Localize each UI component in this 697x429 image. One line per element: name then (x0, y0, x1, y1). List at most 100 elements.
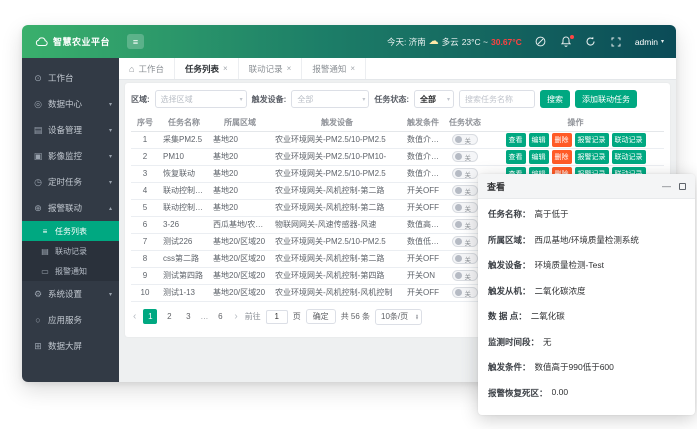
delete-button[interactable]: 删除 (552, 150, 572, 164)
close-icon[interactable]: × (350, 64, 355, 73)
search-input[interactable] (459, 90, 535, 108)
page-number[interactable]: 1 (143, 309, 157, 324)
tab-linkage-records[interactable]: 联动记录× (239, 58, 303, 79)
status-toggle[interactable]: 关 (452, 134, 478, 145)
edit-button[interactable]: 编辑 (529, 133, 549, 147)
next-page-icon[interactable]: › (232, 311, 239, 322)
status-toggle[interactable]: 关 (452, 151, 478, 162)
status-toggle[interactable]: 关 (452, 185, 478, 196)
sidebar-subitem-task-list[interactable]: ≡任务列表 (22, 221, 119, 241)
cell-condition: 开关OFF (403, 250, 443, 267)
alarm-records-button[interactable]: 报警记录 (575, 133, 609, 147)
view-dialog: 查看 — 任务名称：高于低于所属区域：西瓜基地/环境质量检测系统触发设备：环境质… (478, 174, 695, 415)
sidebar-subitem-label: 报警通知 (55, 266, 119, 277)
user-menu[interactable]: admin ▾ (635, 37, 664, 47)
cell-region: 基地20 (209, 165, 271, 182)
tab-alarm-notice[interactable]: 报警通知× (302, 58, 366, 79)
field-label: 报警恢复死区： (488, 387, 548, 399)
sidebar-item-scheduled-tasks[interactable]: ◷定时任务▾ (22, 169, 119, 195)
sidebar-item-system-settings[interactable]: ⚙系统设置▾ (22, 281, 119, 307)
status-toggle[interactable]: 关 (452, 287, 478, 298)
status-toggle[interactable]: 关 (452, 219, 478, 230)
cell-region: 西瓜基地/农业环… (209, 216, 271, 233)
field-label: 触发设备： (488, 259, 531, 271)
sidebar-item-workbench[interactable]: ⊙工作台 (22, 65, 119, 91)
chevron-down-icon: ▾ (362, 96, 365, 103)
maximize-icon[interactable] (679, 183, 686, 190)
notification-bell-icon[interactable] (560, 36, 572, 48)
device-select-value: 全部 (297, 94, 313, 105)
field-data-point: 数 据 点：二氧化碳 (488, 310, 685, 322)
sidebar-item-device-mgmt[interactable]: ▤设备管理▾ (22, 117, 119, 143)
guide-icon[interactable] (535, 36, 547, 48)
sidebar-subitem-linkage-records[interactable]: ▤联动记录 (22, 241, 119, 261)
sidebar-item-data-center[interactable]: ◎数据中心▾ (22, 91, 119, 117)
cell-region: 基地20 (209, 199, 271, 216)
tab-workbench[interactable]: ⌂工作台 (119, 58, 175, 79)
cell-seq: 4 (131, 182, 159, 199)
page-number[interactable]: 3 (181, 309, 195, 324)
add-linkage-task-button[interactable]: 添加联动任务 (575, 90, 637, 108)
page-number[interactable]: 2 (162, 309, 176, 324)
close-icon[interactable]: × (223, 64, 228, 73)
sidebar-item-app-services[interactable]: ○应用服务 (22, 307, 119, 333)
minimize-icon[interactable]: — (662, 182, 671, 191)
chevron-down-icon: ▾ (447, 96, 450, 103)
cell-condition: 开关OFF (403, 199, 443, 216)
field-value: 高于低于 (535, 208, 569, 220)
table-row: 1采集PM2.5基地20农业环境网关-PM2.5/10-PM2.5数值介于…关查… (131, 131, 664, 148)
device-select[interactable]: 全部 ▾ (291, 90, 369, 108)
page-size-select[interactable]: 10条/页▴▾ (375, 309, 422, 325)
sidebar-item-alarm-linkage[interactable]: ⊕报警联动▴ (22, 195, 119, 221)
view-dialog-header: 查看 — (478, 174, 695, 199)
view-button[interactable]: 查看 (506, 133, 526, 147)
field-value: 0.00 (552, 387, 569, 399)
fullscreen-icon[interactable] (610, 36, 622, 48)
status-toggle[interactable]: 关 (452, 253, 478, 264)
chevron-down-icon: ▾ (661, 38, 664, 45)
status-toggle[interactable]: 关 (452, 202, 478, 213)
linkage-records-button[interactable]: 联动记录 (612, 150, 646, 164)
logo: 智慧农业平台 (22, 35, 119, 48)
toggle-off-label: 关 (465, 152, 472, 162)
edit-button[interactable]: 编辑 (529, 150, 549, 164)
tab-task-list[interactable]: 任务列表 × (175, 58, 239, 79)
field-value: 无 (543, 336, 552, 348)
refresh-icon[interactable] (585, 36, 597, 48)
prev-page-icon[interactable]: ‹ (131, 311, 138, 322)
delete-button[interactable]: 删除 (552, 133, 572, 147)
cell-device: 农业环境网关-PM2.5/10-PM10- (271, 148, 403, 165)
alarm-records-button[interactable]: 报警记录 (575, 150, 609, 164)
sidebar-collapse-button[interactable]: ≡ (127, 34, 144, 49)
field-recover-deadzone: 报警恢复死区： 0.00 (488, 387, 685, 399)
page-number[interactable]: 6 (213, 309, 227, 324)
region-select[interactable]: 选择区域 ▾ (155, 90, 247, 108)
status-toggle[interactable]: 关 (452, 168, 478, 179)
sidebar-item-video-monitor[interactable]: ▣影像监控▾ (22, 143, 119, 169)
cell-task-name: 恢复联动 (159, 165, 209, 182)
sidebar-subitem-alarm-notice[interactable]: ▭报警通知 (22, 261, 119, 281)
column-header: 触发条件 (403, 114, 443, 131)
close-icon[interactable]: × (287, 64, 292, 73)
chevron-down-icon: ▾ (109, 153, 112, 160)
view-dialog-body: 任务名称：高于低于所属区域：西瓜基地/环境质量检测系统触发设备：环境质量检测-T… (478, 199, 695, 399)
screen-icon: ⊞ (33, 341, 43, 352)
view-button[interactable]: 查看 (506, 150, 526, 164)
field-task-name: 任务名称：高于低于 (488, 208, 685, 220)
caret-down-icon: ▾ (416, 317, 418, 321)
search-button[interactable]: 搜索 (540, 90, 570, 108)
status-select[interactable]: 全部 ▾ (414, 90, 454, 108)
sidebar-item-label: 工作台 (48, 72, 112, 84)
toggle-off-label: 关 (465, 203, 472, 213)
sidebar-item-data-screen[interactable]: ⊞ 数据大屏 (22, 333, 119, 359)
tab-label: 任务列表 (185, 63, 219, 75)
cell-operations: 查看编辑删除报警记录联动记录 (487, 131, 664, 148)
status-toggle[interactable]: 关 (452, 236, 478, 247)
cell-task-name: 3-26 (159, 216, 209, 233)
goto-page-input[interactable] (266, 310, 288, 324)
toggle-off-label: 关 (465, 254, 472, 264)
linkage-records-button[interactable]: 联动记录 (612, 133, 646, 147)
confirm-button[interactable]: 确定 (306, 309, 336, 324)
status-toggle[interactable]: 关 (452, 270, 478, 281)
sidebar-item-label: 数据大屏 (48, 340, 112, 352)
